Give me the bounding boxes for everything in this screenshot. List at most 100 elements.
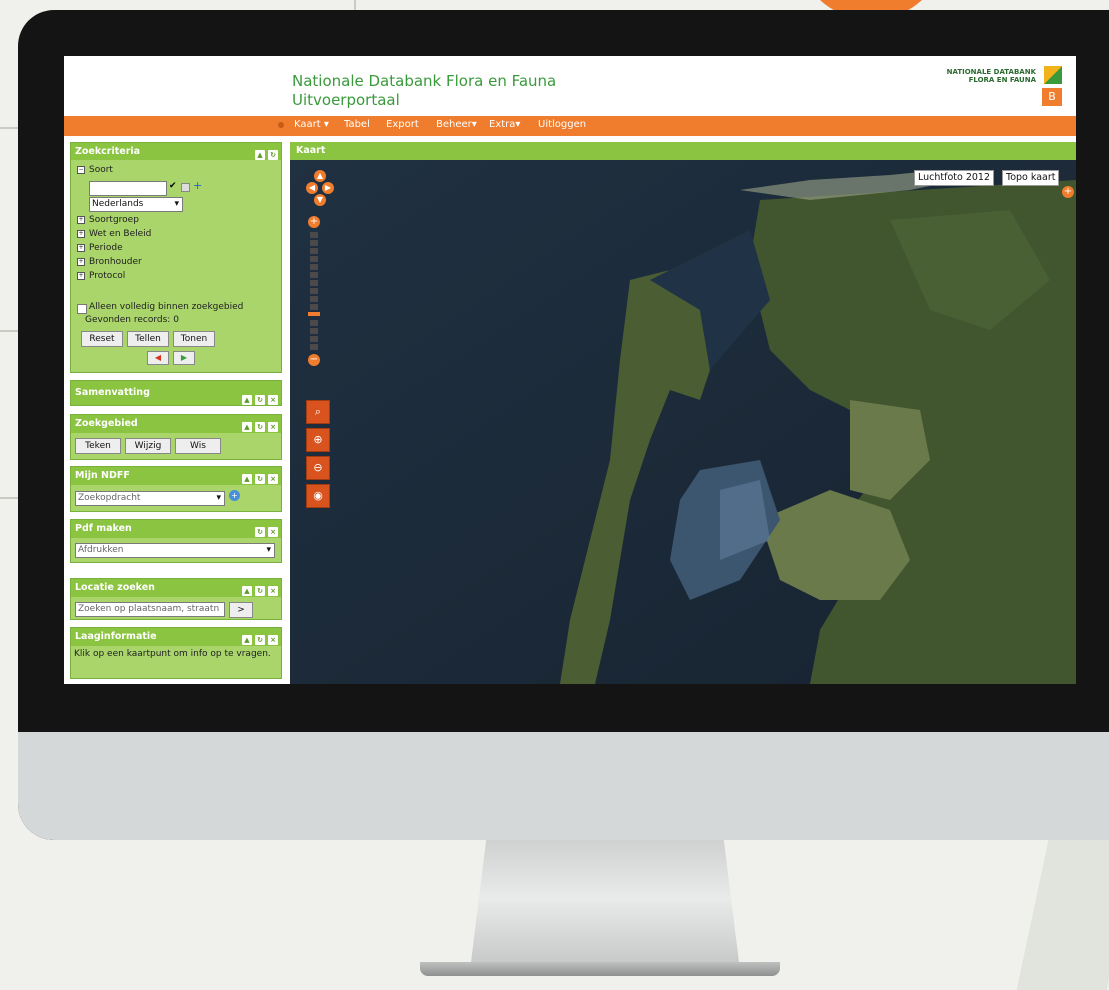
close-icon[interactable]: ×: [268, 422, 278, 432]
tree-collapse-icon[interactable]: −: [77, 165, 85, 174]
language-select[interactable]: Nederlands ▾: [89, 197, 183, 212]
zoekopdracht-select[interactable]: Zoekopdracht ▾: [75, 491, 225, 506]
tree-item-wet-en-beleid[interactable]: + Wet en Beleid: [77, 229, 151, 239]
refresh-icon[interactable]: ↻: [255, 422, 265, 432]
panel-zoekcriteria: Zoekcriteria ▲ ↻ − Soort ✔ + Nederlands ▾ +…: [70, 142, 282, 373]
layer-luchtfoto-button[interactable]: Luchtfoto 2012: [914, 170, 995, 186]
wis-button[interactable]: Wis: [175, 438, 221, 454]
close-icon[interactable]: ×: [268, 395, 278, 405]
collapse-icon[interactable]: ▲: [255, 150, 265, 160]
main-menu-bar: Kaart ▾ Tabel Export Beheer▾ Extra▾ Uitl…: [64, 116, 1076, 136]
zoom-minus-icon[interactable]: −: [308, 354, 320, 366]
portal-header: Nationale Databank Flora en Fauna Uitvoe…: [64, 56, 1076, 116]
location-search-input[interactable]: Zoeken op plaatsnaam, straatn: [75, 602, 225, 617]
zoom-tick: [310, 328, 318, 334]
map-imagery: [290, 160, 1076, 684]
zoom-slider[interactable]: + −: [308, 216, 320, 376]
teken-button[interactable]: Teken: [75, 438, 121, 454]
add-plus-icon[interactable]: +: [193, 179, 202, 192]
afdrukken-select[interactable]: Afdrukken ▾: [75, 543, 275, 558]
close-icon[interactable]: ×: [268, 586, 278, 596]
collapse-icon[interactable]: ▲: [242, 422, 252, 432]
refresh-icon[interactable]: ↻: [255, 474, 265, 484]
close-icon[interactable]: ×: [268, 527, 278, 537]
menu-item-extra[interactable]: Extra▾: [489, 119, 520, 130]
logo-line-2: FLORA EN FAUNA: [968, 76, 1036, 84]
ndff-logo: NATIONALE DATABANK FLORA EN FAUNA B: [918, 62, 1068, 112]
zoom-plus-icon[interactable]: +: [308, 216, 320, 228]
menu-item-uitloggen[interactable]: Uitloggen: [538, 119, 586, 130]
layer-topo-button[interactable]: Topo kaart: [1002, 170, 1060, 186]
refresh-icon[interactable]: ↻: [255, 527, 265, 537]
collapse-icon[interactable]: ▲: [242, 395, 252, 405]
zoom-tick: [310, 280, 318, 286]
eye-icon[interactable]: ◉: [306, 484, 330, 508]
zoom-tick: [310, 288, 318, 294]
next-arrow-icon[interactable]: ▶: [173, 351, 195, 365]
wijzig-button[interactable]: Wijzig: [125, 438, 171, 454]
panel-locatie-zoeken: Locatie zoeken ▲ ↻ × Zoeken op plaatsnaam,…: [70, 578, 282, 620]
ndff-logo-mark-icon: [1044, 66, 1062, 84]
monitor-stand: [470, 840, 740, 970]
refresh-icon[interactable]: ↻: [255, 586, 265, 596]
portal-title: Nationale Databank Flora en Fauna: [292, 72, 557, 90]
zoom-out-icon[interactable]: ⊖: [306, 456, 330, 480]
pan-right-icon[interactable]: ▶: [322, 182, 334, 194]
zoom-handle[interactable]: [308, 312, 320, 316]
refresh-icon[interactable]: ↻: [255, 395, 265, 405]
panel-zoekgebied: Zoekgebied ▲ ↻ × Teken Wijzig Wis: [70, 414, 282, 460]
reset-button[interactable]: Reset: [81, 331, 123, 347]
tree-expand-icon[interactable]: +: [77, 271, 85, 280]
panel-title: Zoekcriteria ▲ ↻: [71, 143, 281, 160]
collapse-icon[interactable]: ▲: [242, 635, 252, 645]
soort-option-checkbox[interactable]: [181, 183, 190, 192]
volledig-checkbox[interactable]: [77, 304, 87, 314]
refresh-icon[interactable]: ↻: [255, 635, 265, 645]
zoom-tick: [310, 344, 318, 350]
zoom-tick: [310, 304, 318, 310]
zoom-tick: [310, 296, 318, 302]
collapse-icon[interactable]: ▲: [242, 586, 252, 596]
zoom-box-icon[interactable]: ⌕: [306, 400, 330, 424]
tree-item-periode[interactable]: + Periode: [77, 243, 123, 253]
menu-item-kaart[interactable]: Kaart ▾: [294, 119, 329, 130]
laaginfo-text: Klik op een kaartpunt om info op te vrag…: [74, 649, 271, 659]
refresh-icon[interactable]: ↻: [268, 150, 278, 160]
tree-item-soort[interactable]: − Soort: [77, 165, 113, 175]
previous-arrow-icon[interactable]: ◀: [147, 351, 169, 365]
tree-expand-icon[interactable]: +: [77, 243, 85, 252]
menu-item-beheer[interactable]: Beheer▾: [436, 119, 477, 130]
monitor-chin: [18, 732, 1109, 840]
tellen-button[interactable]: Tellen: [127, 331, 169, 347]
zoom-tick: [310, 320, 318, 326]
tree-expand-icon[interactable]: +: [77, 215, 85, 224]
menu-item-export[interactable]: Export: [386, 119, 419, 130]
close-icon[interactable]: ×: [268, 474, 278, 484]
portal-subtitle: Uitvoerportaal: [292, 91, 400, 109]
tree-item-protocol[interactable]: + Protocol: [77, 271, 125, 281]
portal-screen: Nationale Databank Flora en Fauna Uitvoe…: [64, 56, 1076, 684]
layer-expand-icon[interactable]: +: [1062, 186, 1074, 198]
tree-item-bronhouder[interactable]: + Bronhouder: [77, 257, 142, 267]
close-icon[interactable]: ×: [268, 635, 278, 645]
satellite-map[interactable]: Luchtfoto 2012 Topo kaart + ▲ ◀ ▶ ▼ + − …: [290, 160, 1076, 684]
zoom-tick: [310, 264, 318, 270]
pan-left-icon[interactable]: ◀: [306, 182, 318, 194]
tree-expand-icon[interactable]: +: [77, 229, 85, 238]
tonen-button[interactable]: Tonen: [173, 331, 215, 347]
menu-item-tabel[interactable]: Tabel: [344, 119, 370, 130]
location-search-button[interactable]: >: [229, 602, 253, 618]
tree-expand-icon[interactable]: +: [77, 257, 85, 266]
pan-down-icon[interactable]: ▼: [314, 194, 326, 206]
panel-title: Locatie zoeken ▲ ↻ ×: [71, 579, 281, 597]
pan-up-icon[interactable]: ▲: [314, 170, 326, 182]
panel-title[interactable]: Samenvatting ▲ ↻ ×: [71, 381, 281, 405]
map-panel-title: Kaart: [290, 142, 1076, 160]
collapse-icon[interactable]: ▲: [242, 474, 252, 484]
soort-input[interactable]: [89, 181, 167, 196]
logo-line-1: NATIONALE DATABANK: [946, 68, 1036, 76]
tree-item-soortgroep[interactable]: + Soortgroep: [77, 215, 139, 225]
add-circle-icon[interactable]: +: [229, 490, 240, 501]
soort-check-icon[interactable]: ✔: [169, 181, 177, 191]
zoom-in-icon[interactable]: ⊕: [306, 428, 330, 452]
